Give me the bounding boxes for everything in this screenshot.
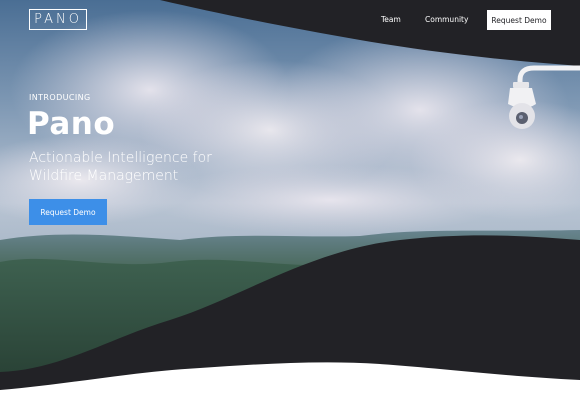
hero-headline: Pano [27,106,116,142]
nav-link-community[interactable]: Community [425,15,468,24]
hero-tagline: Actionable Intelligence for Wildfire Man… [29,150,212,184]
pano-logo[interactable]: PANO [29,9,87,30]
top-nav: PANO Team Community Request Demo [0,0,580,40]
hero-request-demo-button[interactable]: Request Demo [29,199,107,225]
nav-link-team[interactable]: Team [381,15,401,24]
nav-request-demo-button[interactable]: Request Demo [487,10,551,30]
hero-eyebrow: INTRODUCING [29,93,91,102]
hero-section: PANO Team Community Request Demo INTRODU… [0,0,580,406]
